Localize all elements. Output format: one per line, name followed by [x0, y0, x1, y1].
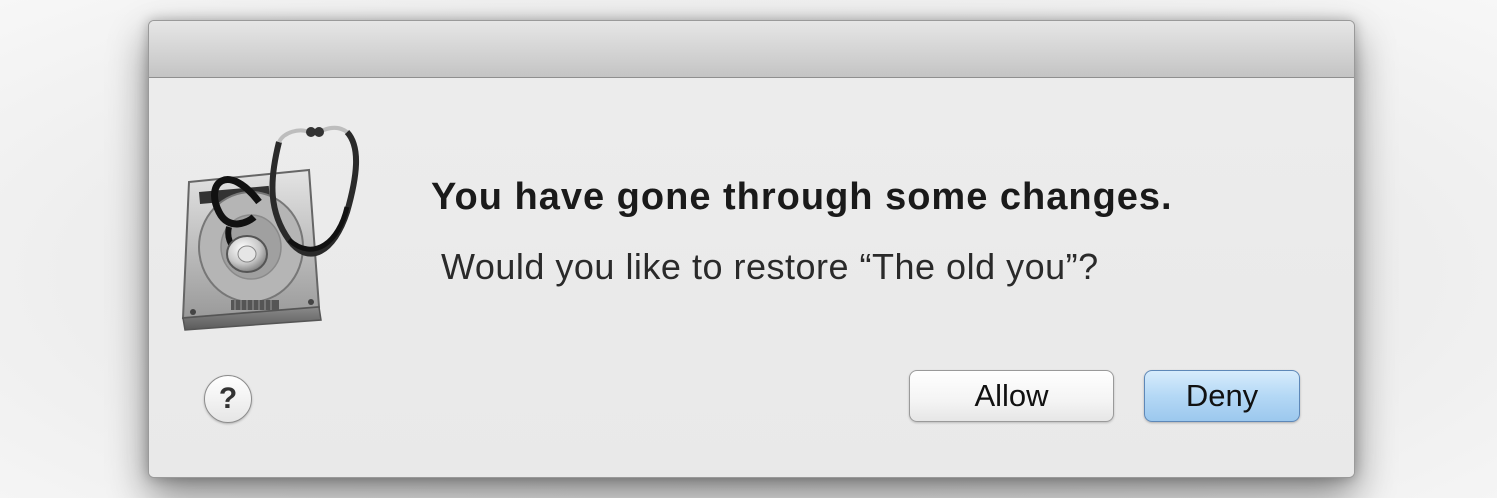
alert-dialog: You have gone through some changes. Woul… [148, 20, 1355, 478]
dialog-title-bar[interactable] [149, 21, 1354, 78]
allow-button[interactable]: Allow [909, 370, 1114, 422]
dialog-content: You have gone through some changes. Woul… [149, 78, 1354, 477]
allow-button-label: Allow [974, 378, 1049, 413]
deny-button[interactable]: Deny [1144, 370, 1300, 422]
alert-headline: You have gone through some changes. [431, 176, 1173, 218]
deny-button-label: Deny [1185, 378, 1259, 413]
help-button[interactable]: ? [204, 375, 252, 423]
help-icon: ? [218, 382, 238, 415]
alert-message: Would you like to restore “The old you”? [441, 246, 1099, 287]
disk-utility-icon [181, 125, 359, 331]
